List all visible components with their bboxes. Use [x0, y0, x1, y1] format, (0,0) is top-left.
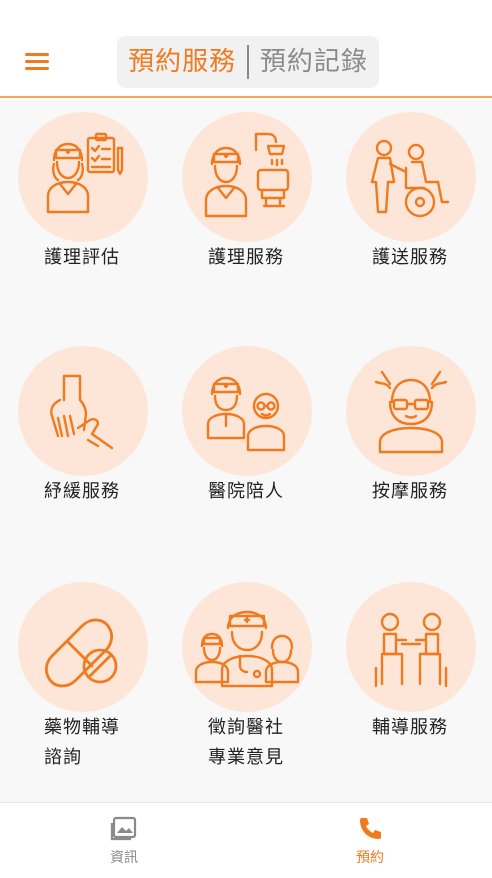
service-medical-social-advice[interactable]: 徵詢醫社 專業意見 — [164, 570, 328, 790]
service-label: 醫院陪人 — [208, 481, 284, 502]
wheelchair-escort-icon — [346, 112, 476, 242]
tab-booking-records[interactable]: 預約記錄 — [249, 36, 379, 88]
tab-info[interactable]: 資訊 — [64, 803, 184, 878]
image-icon — [110, 816, 137, 841]
service-label-line1: 藥物輔導 — [44, 717, 120, 738]
nurse-shower-icon — [182, 112, 312, 242]
service-label: 輔導服務 — [372, 717, 448, 738]
segmented-control: 預約服務 預約記錄 — [117, 36, 379, 88]
service-relief[interactable]: 紓緩服務 — [0, 334, 164, 534]
service-nurse-assessment[interactable]: 護理評估 — [0, 100, 164, 300]
service-label-line1: 徵詢醫社 — [208, 717, 284, 738]
tab-booking-label: 預約 — [356, 850, 384, 866]
service-label-line2: 專業意見 — [208, 747, 284, 768]
tab-booking-service[interactable]: 預約服務 — [117, 36, 247, 88]
phone-icon — [360, 818, 381, 839]
service-label: 護理服務 — [208, 247, 284, 268]
hamburger-menu-icon[interactable] — [22, 50, 52, 72]
app-header: 預約服務 預約記錄 — [0, 0, 492, 98]
service-escort[interactable]: 護送服務 — [328, 100, 492, 300]
service-medication-counseling[interactable]: 藥物輔導 諮詢 — [0, 570, 164, 790]
bottom-tab-bar: 資訊 預約 — [0, 802, 492, 878]
service-label: 護送服務 — [372, 247, 448, 268]
massage-icon — [346, 346, 476, 476]
service-label-line2: 諮詢 — [44, 747, 82, 768]
service-nursing[interactable]: 護理服務 — [164, 100, 328, 300]
hand-relief-icon — [18, 346, 148, 476]
service-label: 按摩服務 — [372, 481, 448, 502]
tab-booking[interactable]: 預約 — [310, 803, 430, 878]
nurse-assessment-icon — [18, 112, 148, 242]
service-massage[interactable]: 按摩服務 — [328, 334, 492, 534]
service-label: 紓緩服務 — [44, 481, 120, 502]
pill-icon — [18, 582, 148, 712]
hospital-companion-icon — [182, 346, 312, 476]
service-hospital-companion[interactable]: 醫院陪人 — [164, 334, 328, 534]
service-grid: 護理評估 護理服務 護送服務 紓緩服務 醫院陪人 按摩服務 藥物輔導 諮詢 徵詢… — [0, 100, 492, 802]
service-counseling[interactable]: 輔導服務 — [328, 570, 492, 790]
counseling-icon — [346, 582, 476, 712]
medical-team-icon — [182, 582, 312, 712]
tab-info-label: 資訊 — [110, 850, 138, 866]
service-label: 護理評估 — [44, 247, 120, 268]
